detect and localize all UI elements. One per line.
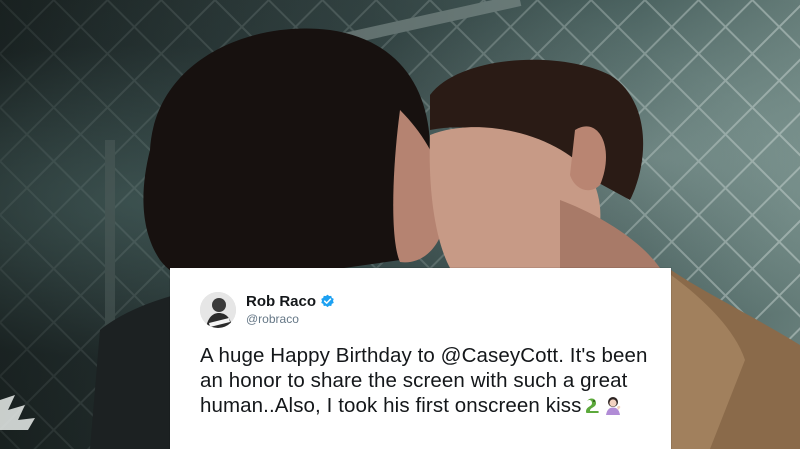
left-person-hair	[143, 28, 430, 284]
tweet-header: Rob Raco @robraco	[200, 290, 651, 330]
user-handle[interactable]: @robraco	[246, 312, 335, 326]
tweet-card: Rob Raco @robraco A huge Happy Birthday …	[170, 268, 671, 449]
avatar	[200, 292, 236, 328]
name-block: Rob Raco @robraco	[246, 293, 335, 327]
woman-tipping-hand-emoji-icon	[603, 395, 623, 415]
verified-badge-icon	[320, 294, 335, 309]
right-person-ear	[570, 126, 606, 191]
tweet-text: A huge Happy Birthday to @CaseyCott. It'…	[200, 343, 651, 418]
name-row: Rob Raco	[246, 293, 335, 311]
left-jacket-studs	[0, 395, 35, 430]
photo-background: Rob Raco @robraco A huge Happy Birthday …	[0, 0, 800, 449]
tweet-body: A huge Happy Birthday to @CaseyCott. It'…	[200, 344, 648, 417]
display-name[interactable]: Rob Raco	[246, 293, 316, 311]
right-person-neck	[560, 200, 660, 268]
profile-photo-icon	[200, 292, 236, 328]
snake-emoji-icon	[582, 395, 602, 415]
